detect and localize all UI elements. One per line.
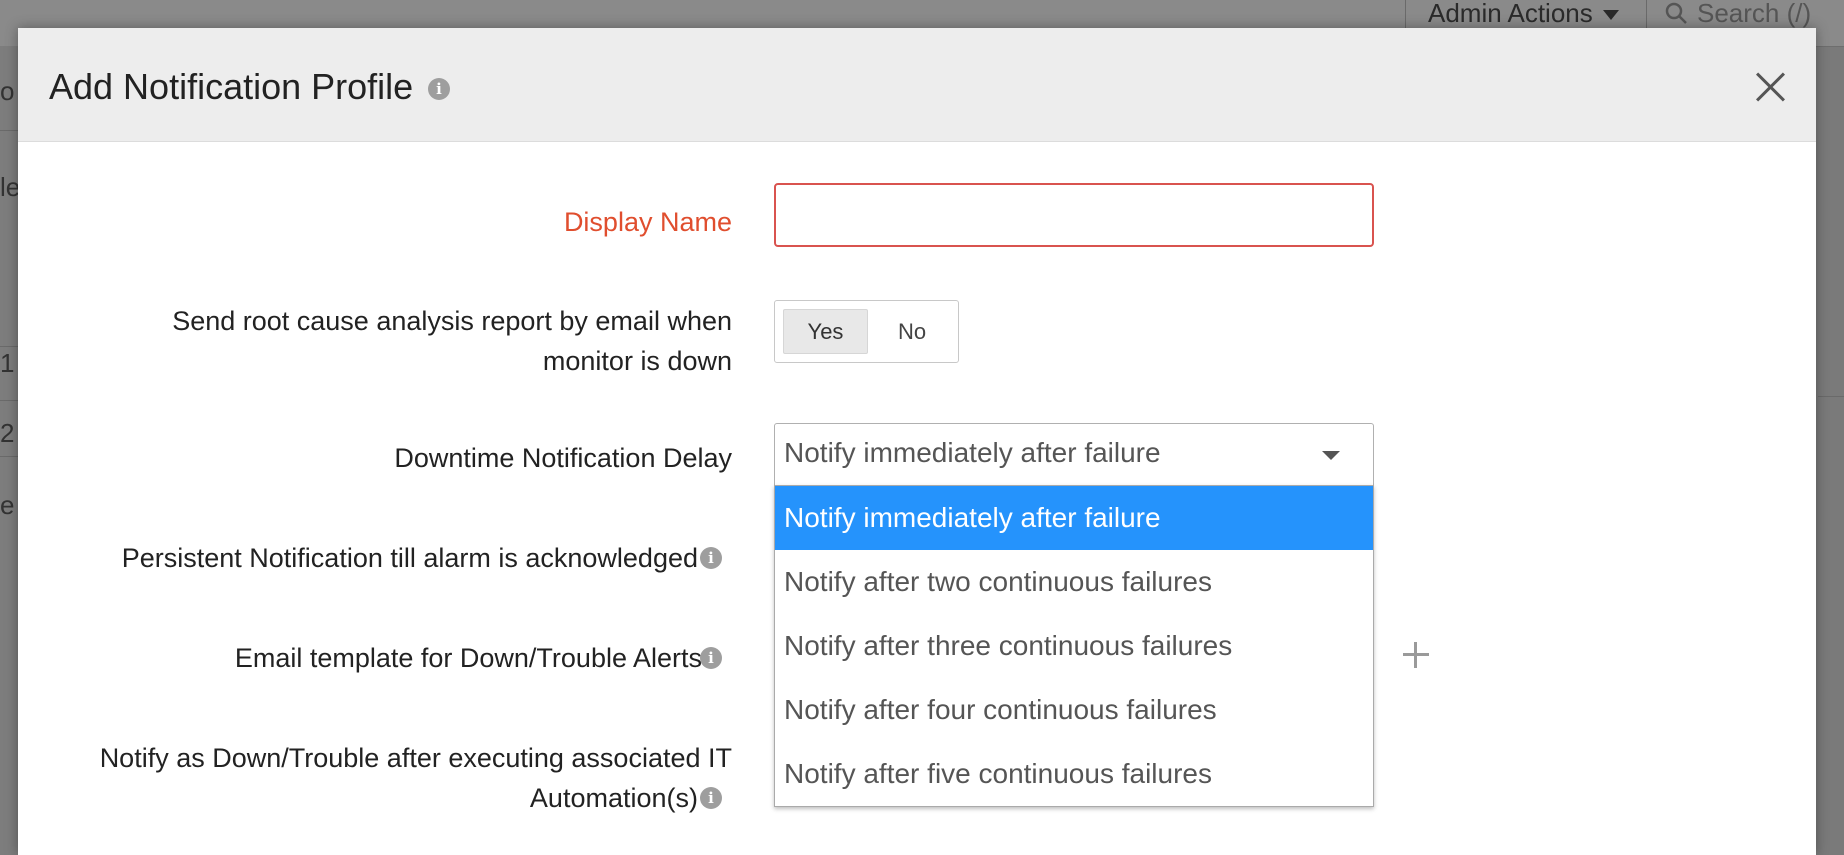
no-option[interactable]: No <box>877 309 947 354</box>
bg-fragment: o <box>0 76 15 106</box>
persistent-notification-label: Persistent Notification till alarm is ac… <box>121 543 698 573</box>
rca-report-label-line1: Send root cause analysis report by email… <box>172 306 732 336</box>
search-placeholder: Search (/) <box>1697 0 1812 28</box>
downtime-delay-select[interactable]: Notify immediately after failure <box>774 423 1374 486</box>
bg-fragment: le <box>0 172 18 202</box>
downtime-delay-dropdown: Notify immediately after failure Notify … <box>774 485 1374 807</box>
close-button[interactable] <box>1753 70 1787 104</box>
yes-option[interactable]: Yes <box>783 309 868 354</box>
chevron-down-icon <box>1322 451 1340 460</box>
search-icon <box>1665 2 1687 24</box>
info-icon[interactable]: i <box>700 547 722 569</box>
dropdown-option[interactable]: Notify after five continuous failures <box>775 742 1373 806</box>
downtime-delay-selected-value: Notify immediately after failure <box>784 437 1161 468</box>
info-icon[interactable]: i <box>428 78 450 100</box>
dialog-header: Add Notification Profile i <box>18 28 1816 142</box>
bg-divider <box>1818 396 1844 397</box>
bg-divider <box>0 130 18 131</box>
dialog-title: Add Notification Profile <box>49 66 414 107</box>
display-name-input[interactable] <box>774 183 1374 247</box>
admin-actions-menu: Admin Actions <box>1405 0 1647 28</box>
rca-report-label-line2: monitor is down <box>542 346 732 376</box>
email-template-label: Email template for Down/Trouble Alerts <box>234 643 702 673</box>
rca-report-label: Send root cause analysis report by email… <box>98 301 732 381</box>
it-automation-label-line2: Automation(s) <box>529 783 698 813</box>
display-name-label: Display Name <box>563 207 732 237</box>
bg-divider <box>0 346 18 347</box>
bg-divider <box>0 400 18 401</box>
dropdown-option[interactable]: Notify immediately after failure <box>775 486 1373 550</box>
admin-actions-label: Admin Actions <box>1428 0 1593 28</box>
bg-fragment: 2 <box>0 418 15 448</box>
info-icon[interactable]: i <box>700 787 722 809</box>
bg-fragment: 1 <box>0 348 15 378</box>
add-template-button[interactable] <box>1401 640 1431 670</box>
rca-report-toggle: Yes No <box>774 300 959 363</box>
dropdown-option[interactable]: Notify after three continuous failures <box>775 614 1373 678</box>
bg-divider <box>0 456 18 457</box>
bg-fragment: e <box>0 490 15 520</box>
chevron-down-icon <box>1602 10 1619 21</box>
add-notification-profile-dialog: Add Notification Profile i Display Name … <box>18 28 1816 855</box>
info-icon[interactable]: i <box>700 647 722 669</box>
background-sidebar: o le 1 2 e <box>0 46 18 855</box>
background-search: Search (/) <box>1665 0 1844 28</box>
dropdown-option[interactable]: Notify after four continuous failures <box>775 678 1373 742</box>
downtime-delay-label: Downtime Notification Delay <box>394 443 732 473</box>
dropdown-option[interactable]: Notify after two continuous failures <box>775 550 1373 614</box>
it-automation-label-line1: Notify as Down/Trouble after executing a… <box>99 743 732 773</box>
it-automation-label: Notify as Down/Trouble after executing a… <box>38 738 732 818</box>
